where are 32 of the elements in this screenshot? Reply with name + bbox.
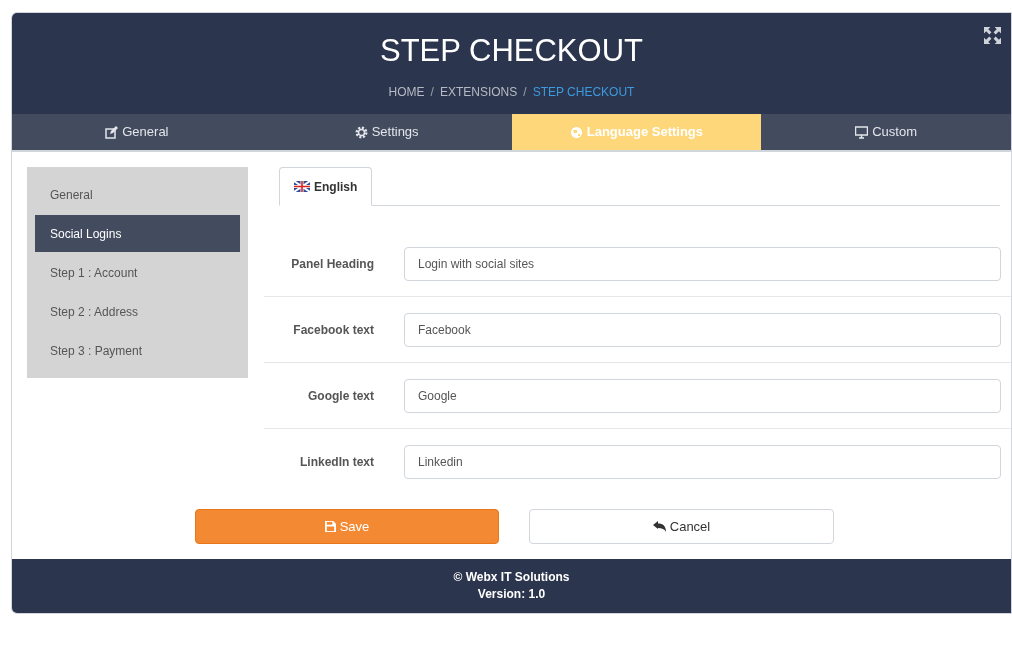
breadcrumb-link[interactable]: EXTENSIONS	[439, 83, 518, 101]
field-label: Facebook text	[292, 321, 374, 339]
cancel-button[interactable]: Cancel	[529, 509, 834, 544]
sidebar-item[interactable]: General	[35, 176, 240, 213]
field-label: Panel Heading	[290, 255, 374, 273]
sidebar-item[interactable]: Step 3 : Payment	[35, 332, 240, 369]
tab[interactable]: Custom	[761, 114, 1011, 150]
breadcrumb-link[interactable]: STEP CHECKOUT	[532, 83, 635, 101]
language-tab[interactable]: English	[279, 167, 373, 206]
page-title: STEP CHECKOUT	[380, 33, 643, 69]
monitor-icon	[855, 125, 869, 139]
sidebar-item[interactable]: Step 1 : Account	[35, 254, 240, 291]
copyright-text: © Webx IT Solutions	[453, 569, 570, 586]
field-label: LinkedIn text	[299, 454, 374, 471]
edit-icon	[105, 125, 119, 139]
settings-icon	[354, 125, 368, 139]
sidebar-item[interactable]: Step 2 : Address	[35, 293, 240, 330]
text-field[interactable]: Google	[404, 378, 1001, 413]
field-label: Google text	[307, 387, 374, 405]
breadcrumb-separator: /	[430, 84, 434, 101]
version-text: Version: 1.0	[477, 586, 546, 603]
breadcrumb-link[interactable]: HOME	[388, 83, 425, 101]
undo-arrow-icon	[652, 521, 666, 532]
text-field[interactable]: Login with social sites	[404, 246, 1001, 281]
sidebar-item[interactable]: Social Logins	[35, 215, 240, 252]
text-field[interactable]: Facebook	[404, 312, 1001, 347]
fullscreen-icon[interactable]	[984, 27, 1001, 44]
flag-icon	[294, 181, 310, 192]
breadcrumb-separator: /	[523, 84, 527, 101]
tab[interactable]: Settings	[261, 114, 512, 150]
text-field[interactable]: Linkedin	[404, 445, 1001, 479]
tab[interactable]: General	[12, 114, 262, 150]
